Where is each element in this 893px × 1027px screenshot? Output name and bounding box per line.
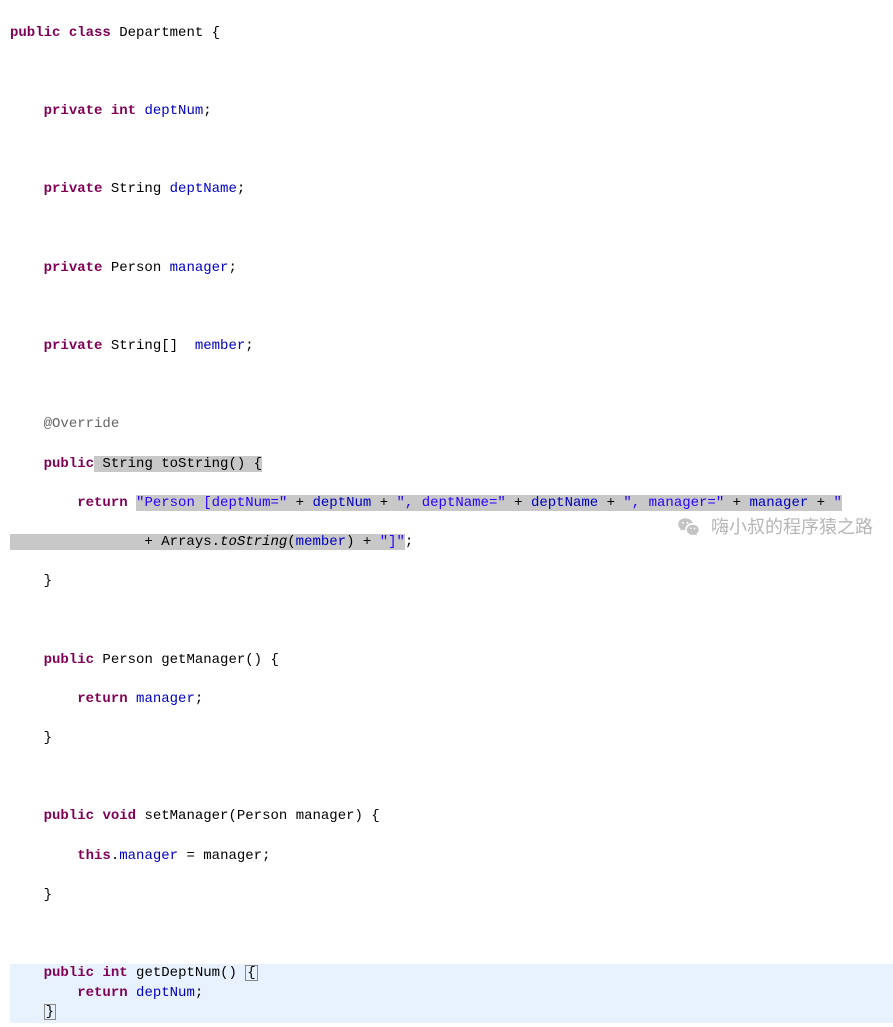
code-line: public void setManager(Person manager) { bbox=[10, 807, 893, 827]
code-line: private String deptName; bbox=[10, 180, 893, 200]
watermark: 嗨小叔的程序猿之路 bbox=[675, 514, 873, 542]
code-line bbox=[10, 141, 893, 161]
code-line: private String[] member; bbox=[10, 337, 893, 357]
watermark-text: 嗨小叔的程序猿之路 bbox=[711, 515, 873, 540]
code-line-current: } bbox=[10, 1003, 893, 1023]
code-line: } bbox=[10, 572, 893, 592]
code-line: public int getDeptNum() { bbox=[10, 964, 893, 984]
code-line: private Person manager; bbox=[10, 259, 893, 279]
brace-highlight: } bbox=[44, 1004, 56, 1020]
code-line bbox=[10, 768, 893, 788]
code-line: return "Person [deptNum=" + deptNum + ",… bbox=[10, 494, 893, 514]
brace-highlight: { bbox=[245, 965, 257, 981]
code-line: public Person getManager() { bbox=[10, 651, 893, 671]
code-line: return deptNum; bbox=[10, 984, 893, 1004]
code-line: this.manager = manager; bbox=[10, 847, 893, 867]
code-line: public String toString() { bbox=[10, 455, 893, 475]
code-line bbox=[10, 63, 893, 83]
code-line bbox=[10, 220, 893, 240]
code-line: } bbox=[10, 729, 893, 749]
code-line bbox=[10, 298, 893, 318]
code-line: private int deptNum; bbox=[10, 102, 893, 122]
code-line: @Override bbox=[10, 415, 893, 435]
code-line bbox=[10, 925, 893, 945]
code-line: public class Department { bbox=[10, 24, 893, 44]
wechat-icon bbox=[675, 514, 703, 542]
code-line: return manager; bbox=[10, 690, 893, 710]
code-line bbox=[10, 376, 893, 396]
code-line: } bbox=[10, 886, 893, 906]
code-line bbox=[10, 611, 893, 631]
